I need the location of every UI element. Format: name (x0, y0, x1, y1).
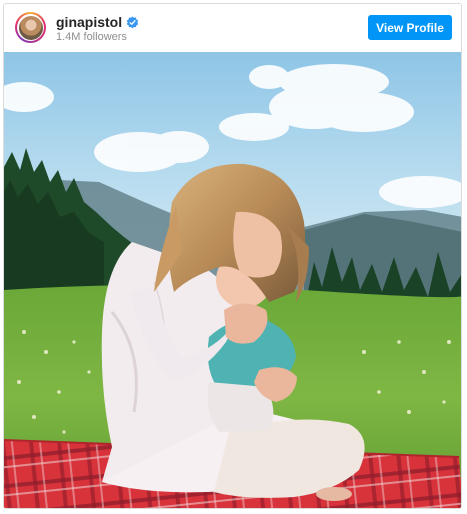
avatar-image (18, 15, 43, 40)
post-photo-image (4, 52, 461, 508)
username-row: ginapistol (56, 14, 139, 30)
avatar-frame (17, 14, 44, 41)
instagram-embed: ginapistol 1.4M followers View Profile (3, 3, 462, 509)
follower-count: 1.4M followers (56, 31, 127, 43)
verified-badge-icon (126, 15, 139, 28)
post-photo[interactable] (4, 52, 461, 508)
username[interactable]: ginapistol (56, 14, 122, 30)
view-profile-button[interactable]: View Profile (368, 15, 452, 40)
post-header: ginapistol 1.4M followers View Profile (4, 4, 461, 52)
avatar[interactable] (15, 12, 46, 43)
